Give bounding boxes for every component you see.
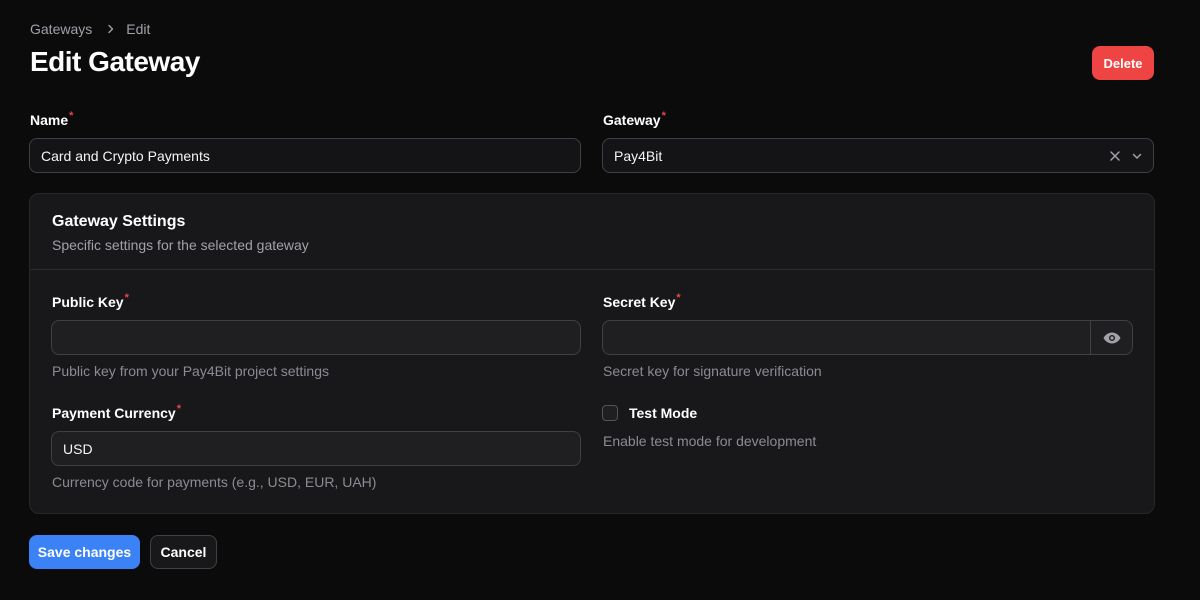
name-input[interactable]: Card and Crypto Payments <box>29 138 581 173</box>
payment-currency-label: Payment Currency* <box>52 403 181 421</box>
breadcrumb-current: Edit <box>126 21 151 37</box>
required-marker: * <box>69 110 74 122</box>
card-divider <box>30 269 1154 270</box>
secret-key-label: Secret Key* <box>603 292 681 310</box>
required-marker: * <box>676 292 681 304</box>
breadcrumb-gateways-link[interactable]: Gateways <box>30 21 92 37</box>
test-mode-checkbox[interactable] <box>602 405 618 421</box>
edit-gateway-page: Gateways Edit Edit Gateway Delete Name* … <box>0 0 1200 600</box>
chevron-down-icon[interactable] <box>1131 150 1143 162</box>
delete-button[interactable]: Delete <box>1092 46 1154 80</box>
payment-currency-input-value: USD <box>63 440 93 457</box>
breadcrumb: Gateways Edit <box>30 21 150 37</box>
chevron-right-icon <box>106 24 116 34</box>
gateway-select[interactable]: Pay4Bit <box>602 138 1154 173</box>
card-title: Gateway Settings <box>52 213 186 230</box>
page-title: Edit Gateway <box>30 46 200 77</box>
public-key-hint: Public key from your Pay4Bit project set… <box>52 363 330 379</box>
payment-currency-hint: Currency code for payments (e.g., USD, E… <box>52 474 377 490</box>
card-subtitle: Specific settings for the selected gatew… <box>52 237 309 253</box>
required-marker: * <box>176 403 181 415</box>
test-mode-hint: Enable test mode for development <box>603 433 817 449</box>
gateway-label: Gateway* <box>603 110 666 128</box>
gateway-select-value: Pay4Bit <box>614 147 663 164</box>
gateway-label-text: Gateway <box>603 112 661 128</box>
public-key-input[interactable] <box>51 320 581 355</box>
required-marker: * <box>661 110 666 122</box>
save-changes-button[interactable]: Save changes <box>29 535 140 569</box>
secret-key-input[interactable] <box>602 320 1133 355</box>
gateway-select-icons <box>1109 139 1143 172</box>
required-marker: * <box>124 292 129 304</box>
payment-currency-label-text: Payment Currency <box>52 405 176 421</box>
name-input-value: Card and Crypto Payments <box>41 147 210 164</box>
eye-icon[interactable] <box>1090 321 1132 354</box>
payment-currency-input[interactable]: USD <box>51 431 581 466</box>
test-mode-label[interactable]: Test Mode <box>629 405 697 421</box>
name-label: Name* <box>30 110 74 128</box>
name-label-text: Name <box>30 112 69 128</box>
secret-key-label-text: Secret Key <box>603 294 676 310</box>
secret-key-hint: Secret key for signature verification <box>603 363 822 379</box>
public-key-label-text: Public Key <box>52 294 124 310</box>
public-key-label: Public Key* <box>52 292 129 310</box>
cancel-button[interactable]: Cancel <box>150 535 217 569</box>
close-icon[interactable] <box>1109 150 1121 162</box>
